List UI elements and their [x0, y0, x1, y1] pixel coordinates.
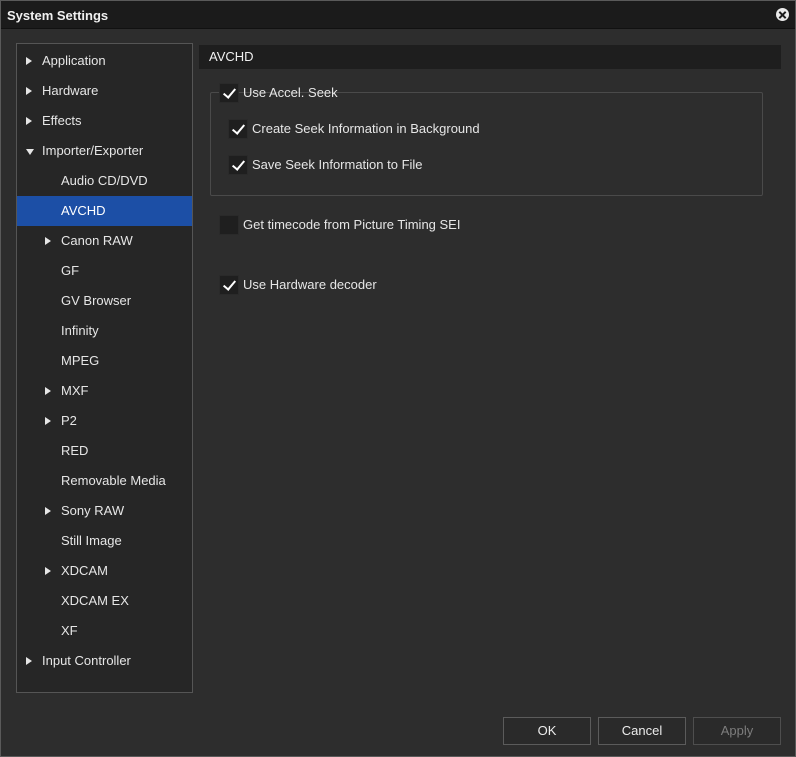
- tree-item-hardware[interactable]: Hardware: [17, 76, 192, 106]
- tree-item-label: XF: [61, 623, 78, 638]
- checkbox-box[interactable]: [219, 83, 239, 103]
- accel-seek-group: [210, 92, 763, 196]
- tree-item-audio-cd-dvd[interactable]: Audio CD/DVD: [17, 166, 192, 196]
- close-icon[interactable]: [776, 8, 789, 21]
- apply-button[interactable]: Apply: [693, 717, 781, 745]
- use-hardware-decoder-label: Use Hardware decoder: [243, 277, 377, 292]
- tree-item-label: MPEG: [61, 353, 100, 368]
- tree-item-label: XDCAM: [61, 563, 108, 578]
- ok-button[interactable]: OK: [503, 717, 591, 745]
- collapsed-arrow-icon[interactable]: [26, 87, 32, 95]
- window-title: System Settings: [7, 8, 109, 23]
- tree-item-label: Sony RAW: [61, 503, 125, 518]
- section-header: AVCHD: [199, 45, 781, 69]
- tree-item-mpeg[interactable]: MPEG: [17, 346, 192, 376]
- tree-item-label: XDCAM EX: [61, 593, 129, 608]
- collapsed-arrow-icon[interactable]: [45, 237, 51, 245]
- tree-item-red[interactable]: RED: [17, 436, 192, 466]
- tree-item-avchd[interactable]: AVCHD: [17, 196, 192, 226]
- tree-item-label: Importer/Exporter: [42, 143, 144, 158]
- expanded-arrow-icon[interactable]: [26, 149, 34, 155]
- tree-item-label: Still Image: [61, 533, 122, 548]
- tree-item-label: Audio CD/DVD: [61, 173, 148, 188]
- tree-item-gv-browser[interactable]: GV Browser: [17, 286, 192, 316]
- tree-item-label: Hardware: [42, 83, 99, 98]
- title-bar[interactable]: System Settings: [1, 1, 795, 29]
- tree-item-label: GF: [61, 263, 80, 278]
- checkbox-box[interactable]: [219, 275, 239, 295]
- collapsed-arrow-icon[interactable]: [45, 417, 51, 425]
- tree-item-xdcam[interactable]: XDCAM: [17, 556, 192, 586]
- collapsed-arrow-icon[interactable]: [26, 657, 32, 665]
- tree-item-label: RED: [61, 443, 89, 458]
- use-accel-seek-checkbox[interactable]: Use Accel. Seek: [219, 83, 338, 103]
- tree-item-label: Input Controller: [42, 653, 131, 668]
- create-seek-info-label: Create Seek Information in Background: [252, 121, 480, 136]
- collapsed-arrow-icon[interactable]: [26, 57, 32, 65]
- tree-item-sony-raw[interactable]: Sony RAW: [17, 496, 192, 526]
- checkbox-box[interactable]: [228, 119, 248, 139]
- tree-item-label: Removable Media: [61, 473, 166, 488]
- tree-item-infinity[interactable]: Infinity: [17, 316, 192, 346]
- tree-item-xdcam-ex[interactable]: XDCAM EX: [17, 586, 192, 616]
- checkbox-box[interactable]: [219, 215, 239, 235]
- tree-item-p2[interactable]: P2: [17, 406, 192, 436]
- tree-item-label: Canon RAW: [61, 233, 133, 248]
- use-accel-seek-label: Use Accel. Seek: [243, 85, 338, 100]
- tree-item-canon-raw[interactable]: Canon RAW: [17, 226, 192, 256]
- tree-item-label: Infinity: [61, 323, 99, 338]
- get-timecode-label: Get timecode from Picture Timing SEI: [243, 217, 461, 232]
- save-seek-info-label: Save Seek Information to File: [252, 157, 423, 172]
- cancel-button[interactable]: Cancel: [598, 717, 686, 745]
- settings-tree: Application Hardware Effects Importer/Expor…: [16, 43, 193, 693]
- collapsed-arrow-icon[interactable]: [45, 507, 51, 515]
- tree-item-label: Application: [42, 53, 106, 68]
- tree-item-label: P2: [61, 413, 77, 428]
- tree-item-mxf[interactable]: MXF: [17, 376, 192, 406]
- tree-item-label: Effects: [42, 113, 82, 128]
- tree-item-input-controller[interactable]: Input Controller: [17, 646, 192, 676]
- system-settings-window: System Settings Application Hardware Effec…: [0, 0, 796, 757]
- tree-item-label: AVCHD: [61, 203, 106, 218]
- collapsed-arrow-icon[interactable]: [45, 387, 51, 395]
- collapsed-arrow-icon[interactable]: [26, 117, 32, 125]
- checkbox-box[interactable]: [228, 155, 248, 175]
- tree-item-xf[interactable]: XF: [17, 616, 192, 646]
- tree-item-importer-exporter[interactable]: Importer/Exporter: [17, 136, 192, 166]
- tree-item-application[interactable]: Application: [17, 46, 192, 76]
- collapsed-arrow-icon[interactable]: [45, 567, 51, 575]
- tree-item-effects[interactable]: Effects: [17, 106, 192, 136]
- tree-item-removable-media[interactable]: Removable Media: [17, 466, 192, 496]
- tree-item-still-image[interactable]: Still Image: [17, 526, 192, 556]
- tree-item-label: GV Browser: [61, 293, 132, 308]
- tree-item-gf[interactable]: GF: [17, 256, 192, 286]
- tree-item-label: MXF: [61, 383, 89, 398]
